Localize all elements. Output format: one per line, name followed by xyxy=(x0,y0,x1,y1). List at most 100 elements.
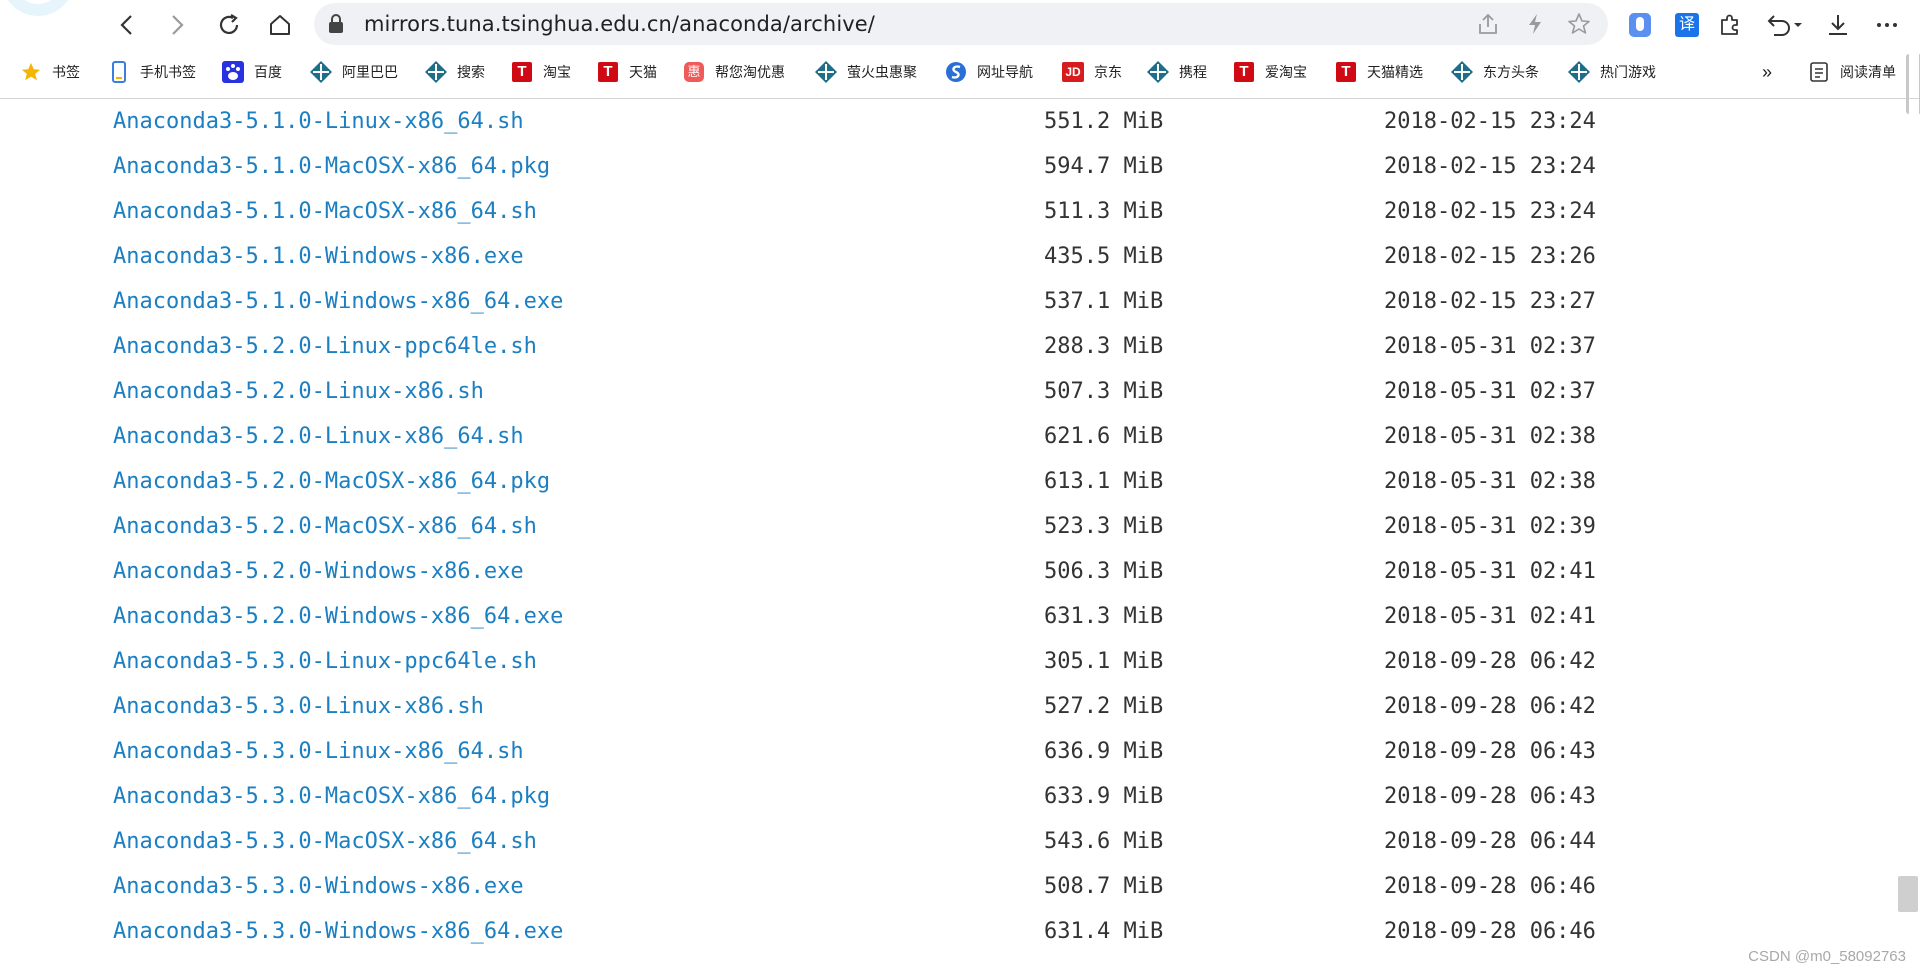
bookmark-label: 天猫 xyxy=(629,64,657,80)
table-row: Anaconda3-5.2.0-Linux-x86_64.sh 621.6 Mi… xyxy=(0,414,1900,459)
bookmark-label: 书签 xyxy=(52,64,80,80)
file-link[interactable]: Anaconda3-5.2.0-Windows-x86_64.exe xyxy=(113,604,563,629)
bookmark-item[interactable]: 书签 xyxy=(20,58,80,86)
address-bar[interactable]: mirrors.tuna.tsinghua.edu.cn/anaconda/ar… xyxy=(314,3,1608,45)
file-size: 543.6 MiB xyxy=(1044,829,1164,854)
bookmark-label: 东方头条 xyxy=(1483,64,1539,80)
file-link[interactable]: Anaconda3-5.2.0-Windows-x86.exe xyxy=(113,559,524,584)
home-button[interactable] xyxy=(260,8,300,42)
table-row: Anaconda3-5.3.0-MacOSX-x86_64.pkg 633.9 … xyxy=(0,774,1900,819)
lightning-button[interactable] xyxy=(1523,12,1547,36)
bookmark-item[interactable]: T 淘宝 xyxy=(511,58,571,86)
bookmark-item[interactable]: 网址导航 xyxy=(945,58,1033,86)
browser-logo-icon xyxy=(8,0,68,16)
diamond-icon xyxy=(1451,61,1473,83)
bookmark-item[interactable]: T 爱淘宝 xyxy=(1233,58,1307,86)
reading-list-label: 阅读清单 xyxy=(1840,64,1896,80)
file-link[interactable]: Anaconda3-5.3.0-MacOSX-x86_64.pkg xyxy=(113,784,550,809)
extension-button[interactable] xyxy=(1624,9,1656,41)
back-button[interactable] xyxy=(107,8,147,42)
bookmark-item[interactable]: 搜索 xyxy=(425,58,485,86)
file-link[interactable]: Anaconda3-5.1.0-Windows-x86_64.exe xyxy=(113,289,563,314)
extensions-button[interactable] xyxy=(1714,9,1746,41)
file-date: 2018-02-15 23:24 xyxy=(1384,199,1596,224)
file-link[interactable]: Anaconda3-5.2.0-MacOSX-x86_64.pkg xyxy=(113,469,550,494)
undo-button[interactable] xyxy=(1762,9,1806,41)
file-size: 511.3 MiB xyxy=(1044,199,1164,224)
bookmark-item[interactable]: 手机书签 xyxy=(108,58,196,86)
star-outline-icon xyxy=(1568,13,1590,34)
taobao-icon: T xyxy=(511,61,533,83)
forward-button[interactable] xyxy=(157,8,197,42)
tmall-select-icon: T xyxy=(1335,61,1357,83)
table-row: Anaconda3-5.1.0-Linux-x86_64.sh 551.2 Mi… xyxy=(0,99,1900,144)
bookmark-item[interactable]: 百度 xyxy=(222,58,282,86)
menu-button[interactable] xyxy=(1871,9,1903,41)
file-date: 2018-05-31 02:38 xyxy=(1384,424,1596,449)
translate-button[interactable]: 译 xyxy=(1671,9,1703,41)
file-date: 2018-02-15 23:24 xyxy=(1384,154,1596,179)
lock-icon xyxy=(329,14,343,33)
bookmark-label: 百度 xyxy=(254,64,282,80)
file-size: 523.3 MiB xyxy=(1044,514,1164,539)
browser-toolbar: mirrors.tuna.tsinghua.edu.cn/anaconda/ar… xyxy=(0,0,1920,50)
share-button[interactable] xyxy=(1476,12,1500,36)
jd-icon: JD xyxy=(1062,61,1084,83)
file-link[interactable]: Anaconda3-5.3.0-Linux-x86.sh xyxy=(113,694,484,719)
file-link[interactable]: Anaconda3-5.3.0-MacOSX-x86_64.sh xyxy=(113,829,537,854)
file-link[interactable]: Anaconda3-5.2.0-Linux-ppc64le.sh xyxy=(113,334,537,359)
bookmark-item[interactable]: JD 京东 xyxy=(1062,58,1122,86)
file-link[interactable]: Anaconda3-5.2.0-Linux-x86.sh xyxy=(113,379,484,404)
file-size: 537.1 MiB xyxy=(1044,289,1164,314)
directory-listing: Anaconda3-5.1.0-Linux-x86_64.sh 551.2 Mi… xyxy=(0,99,1902,973)
table-row: Anaconda3-5.3.0-Windows-x86_64.exe 631.4… xyxy=(0,909,1900,954)
file-link[interactable]: Anaconda3-5.3.0-Linux-ppc64le.sh xyxy=(113,649,537,674)
file-date: 2018-05-31 02:41 xyxy=(1384,604,1596,629)
mouse-extension-icon xyxy=(1629,13,1651,37)
file-size: 594.7 MiB xyxy=(1044,154,1164,179)
file-link[interactable]: Anaconda3-5.1.0-MacOSX-x86_64.sh xyxy=(113,199,537,224)
bookmark-item[interactable]: T 天猫 xyxy=(597,58,657,86)
download-button[interactable] xyxy=(1822,9,1854,41)
bookmark-item[interactable]: 热门游戏 xyxy=(1568,58,1656,86)
file-link[interactable]: Anaconda3-5.1.0-Windows-x86.exe xyxy=(113,244,524,269)
undo-icon xyxy=(1767,15,1802,36)
scrollbar-thumb[interactable] xyxy=(1898,876,1918,912)
diamond-icon xyxy=(425,61,447,83)
file-link[interactable]: Anaconda3-5.3.0-Linux-x86_64.sh xyxy=(113,739,524,764)
file-link[interactable]: Anaconda3-5.2.0-Linux-x86_64.sh xyxy=(113,424,524,449)
diamond-icon xyxy=(1147,61,1169,83)
file-link[interactable]: Anaconda3-5.1.0-MacOSX-x86_64.pkg xyxy=(113,154,550,179)
diamond-icon xyxy=(310,61,332,83)
file-size: 621.6 MiB xyxy=(1044,424,1164,449)
file-link[interactable]: Anaconda3-5.1.0-Linux-x86_64.sh xyxy=(113,109,524,134)
bookmark-label: 淘宝 xyxy=(543,64,571,80)
bookmark-item[interactable]: T 天猫精选 xyxy=(1335,58,1423,86)
bookmark-item[interactable]: 东方头条 xyxy=(1451,58,1539,86)
vertical-scrollbar[interactable] xyxy=(1900,99,1920,973)
file-size: 551.2 MiB xyxy=(1044,109,1164,134)
table-row: Anaconda3-5.1.0-Windows-x86_64.exe 537.1… xyxy=(0,279,1900,324)
bookmark-item[interactable]: 惠 帮您淘优惠 xyxy=(683,58,785,86)
table-row: Anaconda3-5.2.0-Linux-ppc64le.sh 288.3 M… xyxy=(0,324,1900,369)
file-link[interactable]: Anaconda3-5.3.0-Windows-x86_64.exe xyxy=(113,919,563,944)
url-text[interactable]: mirrors.tuna.tsinghua.edu.cn/anaconda/ar… xyxy=(364,3,875,45)
file-date: 2018-05-31 02:37 xyxy=(1384,379,1596,404)
file-link[interactable]: Anaconda3-5.3.0-Windows-x86.exe xyxy=(113,874,524,899)
bookmark-item[interactable]: 阿里巴巴 xyxy=(310,58,398,86)
sogou-icon xyxy=(945,61,967,83)
resize-grip-icon xyxy=(1906,54,1920,114)
favorite-button[interactable] xyxy=(1567,12,1591,36)
baidu-paw-icon xyxy=(222,61,244,83)
file-date: 2018-09-28 06:43 xyxy=(1384,739,1596,764)
reading-list-button[interactable]: 阅读清单 xyxy=(1808,58,1896,86)
bookmark-label: 萤火虫惠聚 xyxy=(847,64,917,80)
table-row: Anaconda3-5.2.0-Windows-x86_64.exe 631.3… xyxy=(0,594,1900,639)
bookmark-item[interactable]: 萤火虫惠聚 xyxy=(815,58,917,86)
reload-button[interactable] xyxy=(209,8,249,42)
file-link[interactable]: Anaconda3-5.2.0-MacOSX-x86_64.sh xyxy=(113,514,537,539)
star-icon xyxy=(20,61,42,83)
bookmark-item[interactable]: 携程 xyxy=(1147,58,1207,86)
more-bookmarks-button[interactable]: » xyxy=(1762,58,1772,86)
table-row: Anaconda3-5.3.0-Linux-x86_64.sh 636.9 Mi… xyxy=(0,729,1900,774)
